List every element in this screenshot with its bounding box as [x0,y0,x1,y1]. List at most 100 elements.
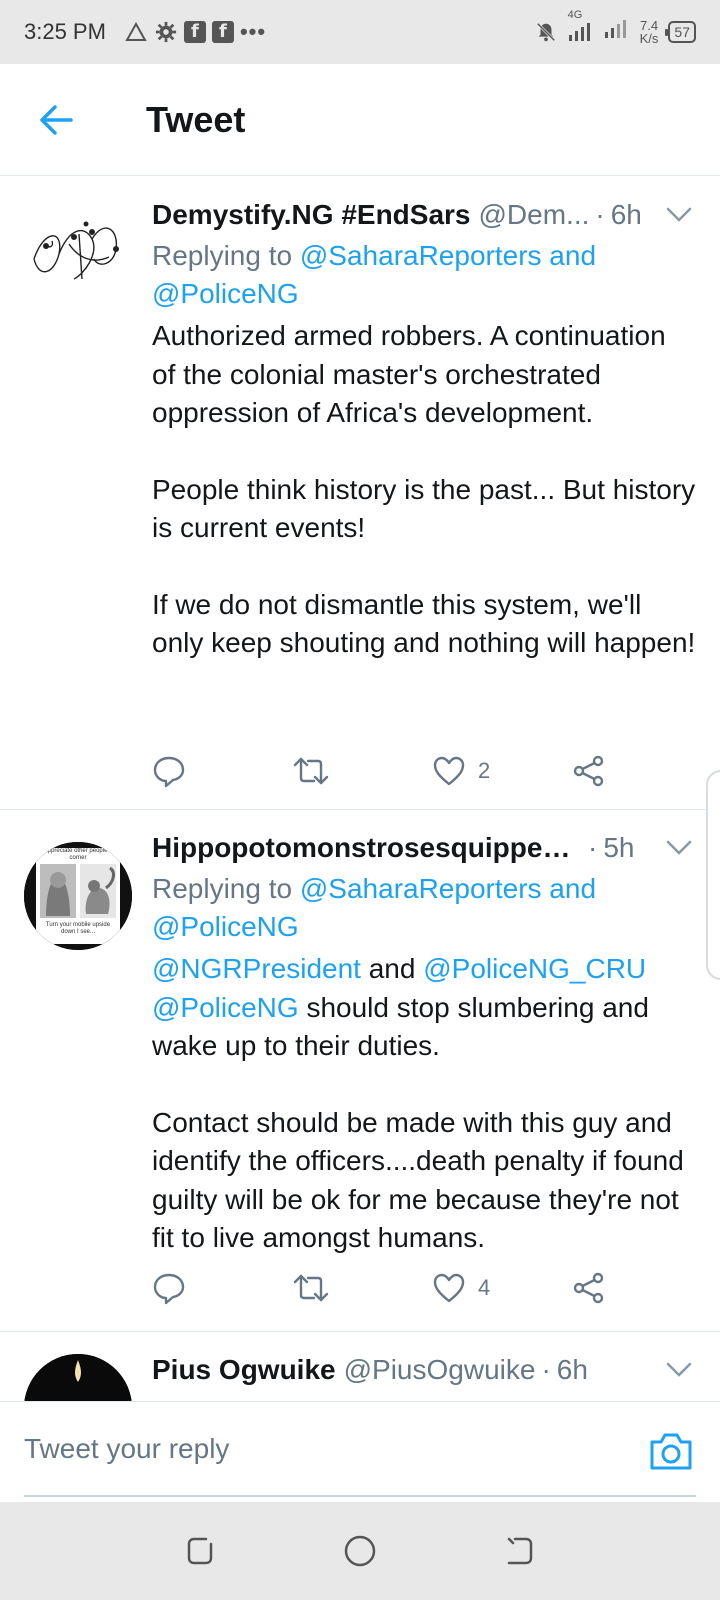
facebook-icon: f [183,21,206,43]
net-speed-unit: K/s [639,31,659,46]
tweet-paragraph: If we do not dismantle this system, we'l… [152,588,696,659]
replying-to: Replying to @SaharaReporters and @Police… [152,237,696,313]
tweet-actions: 4 [152,1248,712,1328]
status-time: 3:25 PM [24,19,106,44]
mention-link[interactable]: @PoliceNG_CRU [423,953,646,984]
chevron-down-icon [666,1362,692,1377]
reply-composer [0,1401,720,1501]
replying-and[interactable]: and [542,873,596,904]
retweet-button[interactable] [292,1273,432,1303]
recents-icon [187,1537,213,1565]
notification-icons: f f ••• [124,19,266,45]
back-nav-icon [507,1537,533,1565]
tweet-text: Authorized armed robbers. A continuation… [152,317,696,663]
separator-dot: · [588,832,598,863]
tweet-text: @NGRPresident and @PoliceNG_CRU @PoliceNG… [152,950,696,1258]
more-notifications-icon: ••• [239,19,267,44]
mention-link[interactable]: @SaharaReporters [300,873,542,904]
mention-link[interactable]: @PoliceNG [152,992,299,1023]
display-name[interactable]: Pius Ogwuike [152,1354,336,1386]
replying-to-label: Replying to [152,240,300,271]
avatar[interactable] [24,199,132,307]
tweet-menu-button[interactable] [662,831,696,865]
home-circle-icon [344,1535,376,1567]
battery-indicator: 57 [665,21,696,43]
tweet-time: 6h [556,1354,588,1385]
back-nav-button[interactable] [490,1521,550,1581]
display-name[interactable]: Hippopotomonstrosesquipped... [152,832,582,864]
reply-icon [153,1273,185,1305]
mute-bell-icon [534,20,558,44]
chevron-down-icon [666,207,692,222]
user-handle[interactable]: @PiusOgwuike [344,1354,536,1386]
tweet-paragraph: Contact should be made with this guy and… [152,1106,684,1254]
tweet-actions: 2 [152,731,712,811]
tweet-menu-button[interactable] [662,1353,696,1387]
status-right-icons: 4G 7.4 K/s 57 [534,9,696,46]
settings-gear-icon [154,20,178,44]
page-title: Tweet [146,98,246,140]
back-arrow-icon [40,104,73,135]
user-handle[interactable]: @Dem... [479,199,590,231]
tweet-menu-button[interactable] [662,198,696,232]
like-count: 2 [478,758,491,783]
heart-icon [433,756,465,786]
separator-dot: · [541,1354,551,1385]
mention-link[interactable]: @NGRPresident [152,953,361,984]
retweet-icon [293,757,329,785]
chevron-down-icon [666,840,692,855]
reply-button[interactable] [152,1271,292,1305]
replying-and[interactable]: and [542,240,596,271]
share-icon [573,1272,604,1304]
camera-icon [650,1433,692,1470]
reply-icon [153,756,185,788]
replying-to: Replying to @SaharaReporters and @Police… [152,870,696,946]
home-button[interactable] [330,1521,390,1581]
replying-to-label: Replying to [152,873,300,904]
tweet[interactable]: Pius Ogwuike @PiusOgwuike · 6h [0,1332,720,1401]
system-navigation-bar [0,1502,720,1600]
avatar[interactable] [24,1354,132,1401]
tweet-time: 5h [603,832,635,863]
avatar[interactable]: appreciate other people's corner Turn yo… [24,842,132,950]
tweet[interactable]: appreciate other people's corner Turn yo… [0,810,720,1332]
fast-scroll-handle[interactable] [706,770,720,980]
separator-dot: · [595,199,605,230]
back-button[interactable] [26,90,86,150]
tweet-paragraph: @NGRPresident and @PoliceNG_CRU @PoliceNG… [152,950,696,1066]
tweet[interactable]: Demystify.NG #EndSars @Dem... · 6h Reply… [0,177,720,810]
signal-icon [604,18,630,46]
tweet-header: Hippopotomonstrosesquipped... · 5h [152,826,696,870]
tweet-paragraph: People think history is the past... But … [152,473,696,544]
status-bar: 3:25 PM f f ••• 4G 7.4 K/s 57 [0,0,720,64]
retweet-button[interactable] [292,756,432,786]
tweet-time: 6h [610,199,642,230]
mention-link[interactable]: @SaharaReporters [300,240,542,271]
tweet-paragraph: Authorized armed robbers. A continuation… [152,320,666,428]
network-type-label: 4G [567,9,583,21]
signal-4g-icon: 4G [568,9,594,43]
share-button[interactable] [572,754,712,788]
mention-link[interactable]: @PoliceNG [152,911,299,942]
like-button[interactable]: 4 [432,1272,572,1304]
like-button[interactable]: 2 [432,755,572,787]
net-speed: 7.4 K/s [640,19,659,45]
avatar-caption-bottom: Turn your mobile upside down I see... [45,922,111,935]
mention-link[interactable]: @PoliceNG [152,278,299,309]
tweet-header: Pius Ogwuike @PiusOgwuike · 6h [152,1348,696,1392]
heart-icon [433,1273,465,1303]
share-button[interactable] [572,1271,712,1305]
warning-icon [124,20,148,44]
like-count: 4 [478,1275,491,1300]
display-name[interactable]: Demystify.NG #EndSars [152,199,471,231]
camera-button[interactable] [648,1430,694,1472]
share-icon [573,755,604,787]
reply-feed[interactable]: Demystify.NG #EndSars @Dem... · 6h Reply… [0,177,720,1401]
reply-button[interactable] [152,754,292,788]
retweet-icon [293,1274,329,1302]
header: Tweet [0,64,720,176]
facebook-icon-2: f [211,21,234,43]
reply-input[interactable] [24,1402,696,1497]
body-and: and [360,953,424,984]
recents-button[interactable] [170,1521,230,1581]
